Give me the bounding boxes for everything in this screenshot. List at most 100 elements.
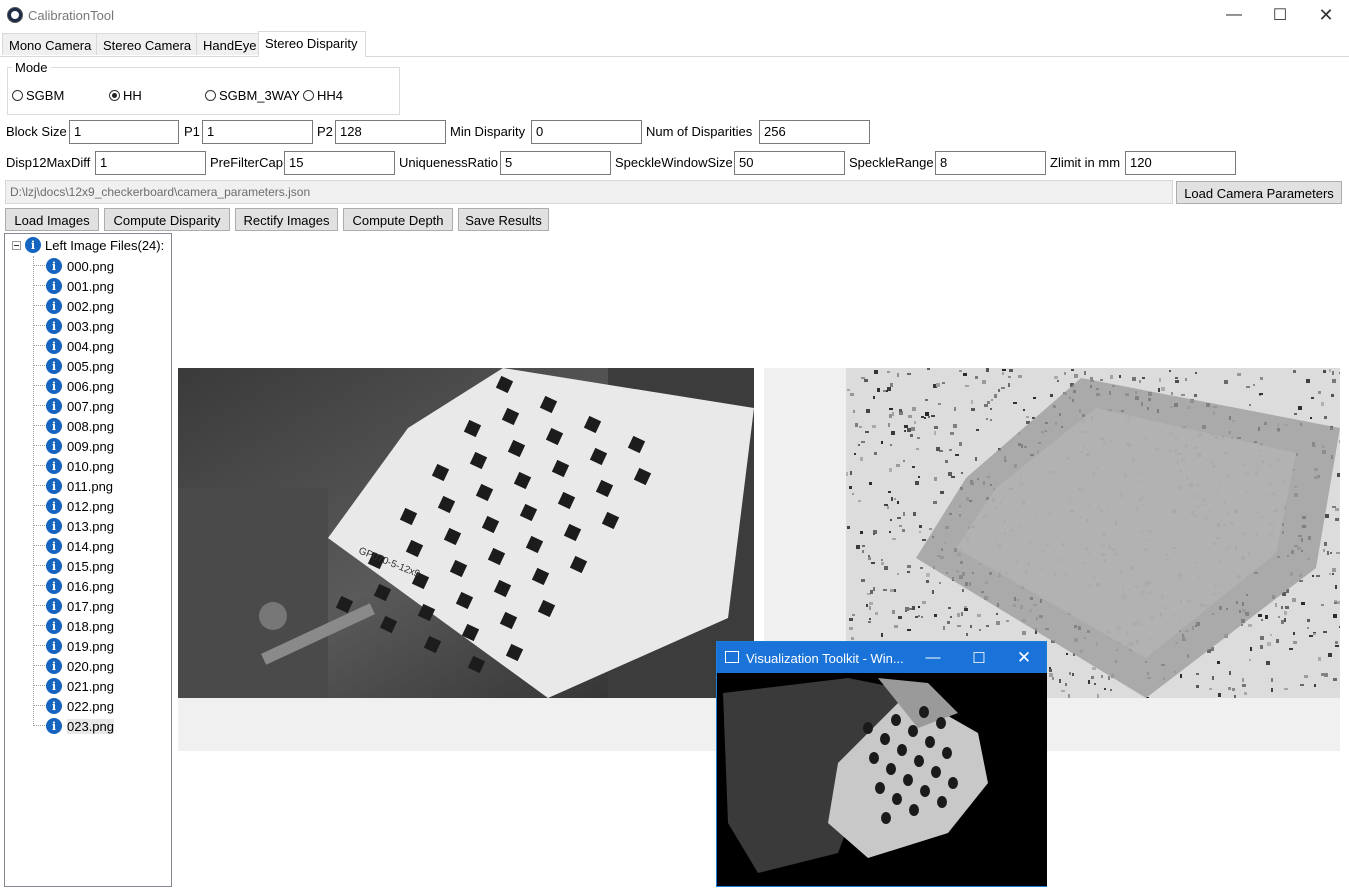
vtk-maximize-button[interactable]: ☐ (956, 642, 1002, 673)
tree-connector (34, 705, 45, 706)
info-icon: i (46, 358, 62, 374)
load-images-button[interactable]: Load Images (5, 208, 99, 231)
info-icon: i (46, 398, 62, 414)
tree-connector (34, 665, 45, 666)
block-size-label: Block Size (6, 124, 67, 139)
p1-input[interactable]: 1 (202, 120, 313, 144)
prefiltercap-input[interactable]: 15 (284, 151, 395, 175)
block-size-input[interactable]: 1 (69, 120, 179, 144)
maximize-button[interactable]: ☐ (1257, 0, 1303, 30)
collapse-icon[interactable] (12, 240, 21, 250)
zlimit-input[interactable]: 120 (1125, 151, 1236, 175)
info-icon: i (46, 438, 62, 454)
compute-depth-button[interactable]: Compute Depth (343, 208, 453, 231)
title-bar: CalibrationTool — ☐ ✕ (0, 0, 1349, 30)
min-disparity-input[interactable]: 0 (531, 120, 642, 144)
radio-hh[interactable]: HH (109, 88, 142, 103)
tree-root-node[interactable]: i Left Image Files(24): (12, 237, 164, 253)
close-button[interactable]: ✕ (1303, 0, 1349, 30)
load-camera-parameters-button[interactable]: Load Camera Parameters (1176, 181, 1342, 204)
tree-file-item[interactable]: i 021.png (46, 676, 114, 696)
info-icon: i (46, 278, 62, 294)
tree-file-label: 016.png (67, 578, 114, 594)
minimize-button[interactable]: — (1211, 0, 1257, 30)
radio-indicator-checked (109, 90, 120, 101)
tree-connector (34, 425, 45, 426)
info-icon: i (46, 618, 62, 634)
speckle-window-size-input[interactable]: 50 (734, 151, 845, 175)
tree-file-item[interactable]: i 001.png (46, 276, 114, 296)
app-icon (7, 7, 23, 23)
tree-file-item[interactable]: i 018.png (46, 616, 114, 636)
tree-file-label: 004.png (67, 338, 114, 354)
disp12maxdiff-input[interactable]: 1 (95, 151, 206, 175)
compute-disparity-button[interactable]: Compute Disparity (104, 208, 230, 231)
tree-file-item[interactable]: i 014.png (46, 536, 114, 556)
vtk-close-button[interactable]: ✕ (1001, 642, 1047, 673)
tab-mono-camera[interactable]: Mono Camera (2, 33, 97, 55)
vtk-window-title: Visualization Toolkit - Win... (746, 651, 904, 666)
tree-file-item[interactable]: i 022.png (46, 696, 114, 716)
tab-stereo-disparity[interactable]: Stereo Disparity (258, 31, 366, 57)
tree-file-item[interactable]: i 007.png (46, 396, 114, 416)
tree-file-label: 011.png (67, 478, 114, 494)
p1-label: P1 (184, 124, 200, 139)
vtk-window[interactable]: Visualization Toolkit - Win... — ☐ ✕ (716, 641, 1047, 887)
tree-file-item[interactable]: i 002.png (46, 296, 114, 316)
speckle-range-input[interactable]: 8 (935, 151, 1046, 175)
tree-file-item[interactable]: i 023.png (46, 716, 114, 736)
radio-hh4[interactable]: HH4 (303, 88, 343, 103)
info-icon: i (46, 718, 62, 734)
num-disparities-input[interactable]: 256 (759, 120, 870, 144)
tree-file-item[interactable]: i 008.png (46, 416, 114, 436)
radio-sgbm-3way[interactable]: SGBM_3WAY (205, 88, 300, 103)
tree-file-item[interactable]: i 020.png (46, 656, 114, 676)
info-icon: i (46, 658, 62, 674)
tree-file-item[interactable]: i 011.png (46, 476, 113, 496)
tree-file-item[interactable]: i 009.png (46, 436, 114, 456)
tree-file-item[interactable]: i 005.png (46, 356, 114, 376)
vtk-render-canvas[interactable] (718, 673, 1047, 886)
tab-handeye[interactable]: HandEye (196, 33, 259, 55)
radio-sgbm[interactable]: SGBM (12, 88, 64, 103)
window-title: CalibrationTool (28, 8, 114, 23)
tree-file-item[interactable]: i 013.png (46, 516, 114, 536)
tree-file-item[interactable]: i 006.png (46, 376, 114, 396)
tree-connector (34, 585, 45, 586)
left-image-view: GP070-5-12x9 (178, 368, 754, 698)
info-icon: i (46, 558, 62, 574)
info-icon: i (46, 478, 62, 494)
info-icon: i (46, 578, 62, 594)
tree-connector (34, 685, 45, 686)
tree-file-item[interactable]: i 010.png (46, 456, 114, 476)
p2-input[interactable]: 128 (335, 120, 446, 144)
tree-file-label: 012.png (67, 498, 114, 514)
tree-connector (34, 325, 45, 326)
tree-file-item[interactable]: i 000.png (46, 256, 114, 276)
uniqueness-ratio-input[interactable]: 5 (500, 151, 611, 175)
tree-file-item[interactable]: i 016.png (46, 576, 114, 596)
camera-params-path-field[interactable]: D:\lzj\docs\12x9_checkerboard\camera_par… (5, 180, 1173, 204)
info-icon: i (46, 518, 62, 534)
tree-file-label: 006.png (67, 378, 114, 394)
tree-file-item[interactable]: i 017.png (46, 596, 114, 616)
tree-file-label: 007.png (67, 398, 114, 414)
vtk-title-bar[interactable]: Visualization Toolkit - Win... — ☐ ✕ (717, 642, 1046, 673)
tree-file-label: 000.png (67, 258, 114, 274)
rectify-images-button[interactable]: Rectify Images (235, 208, 338, 231)
tree-connector (34, 505, 45, 506)
tree-connector (34, 345, 45, 346)
info-icon: i (46, 638, 62, 654)
info-icon: i (46, 418, 62, 434)
info-icon: i (46, 498, 62, 514)
tab-stereo-camera[interactable]: Stereo Camera (96, 33, 197, 55)
tree-file-item[interactable]: i 003.png (46, 316, 114, 336)
save-results-button[interactable]: Save Results (458, 208, 549, 231)
disp12maxdiff-label: Disp12MaxDiff (6, 155, 91, 170)
tree-file-item[interactable]: i 015.png (46, 556, 114, 576)
vtk-minimize-button[interactable]: — (910, 642, 956, 673)
tree-file-label: 005.png (67, 358, 114, 374)
tree-file-item[interactable]: i 004.png (46, 336, 114, 356)
tree-file-item[interactable]: i 012.png (46, 496, 114, 516)
tree-file-item[interactable]: i 019.png (46, 636, 114, 656)
